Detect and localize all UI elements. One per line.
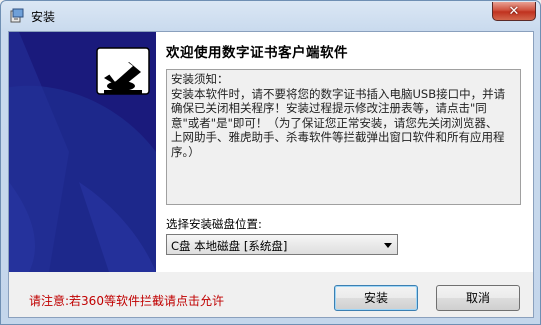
chevron-down-icon[interactable] <box>384 243 392 248</box>
banner-graphic <box>9 32 156 272</box>
client-area: 欢迎使用数字证书客户端软件 安装须知： 安装本软件时，请不要将您的数字证书插入电… <box>8 31 534 318</box>
drive-select[interactable]: C盘 本地磁盘 [系统盘] <box>166 234 398 255</box>
title-bar[interactable]: 安装 ✕ <box>1 1 541 31</box>
notice-scrollbar[interactable] <box>510 70 520 204</box>
install-button[interactable]: 安装 <box>334 285 418 311</box>
close-button[interactable]: ✕ <box>492 2 536 21</box>
installer-app-icon <box>9 8 25 24</box>
page-title: 欢迎使用数字证书客户端软件 <box>166 45 348 61</box>
window-title: 安装 <box>31 10 56 24</box>
warning-text: 请注意:若360等软件拦截请点击允许 <box>29 294 224 308</box>
notice-textbox[interactable]: 安装须知： 安装本软件时，请不要将您的数字证书插入电脑USB接口中，并请确保已关… <box>166 69 521 205</box>
side-banner <box>9 32 156 272</box>
content-panel: 欢迎使用数字证书客户端软件 安装须知： 安装本软件时，请不要将您的数字证书插入电… <box>156 32 533 272</box>
notice-text: 安装须知： 安装本软件时，请不要将您的数字证书插入电脑USB接口中，并请确保已关… <box>171 72 506 159</box>
drive-select-value: C盘 本地磁盘 [系统盘] <box>171 239 288 253</box>
close-icon: ✕ <box>508 3 520 19</box>
installer-window: 安装 ✕ 欢迎使用数字证书客户端软件 安装须知： 安装本软件时，请不要将您的数字… <box>0 0 541 325</box>
computer-icon <box>96 47 150 95</box>
cancel-button[interactable]: 取消 <box>436 285 520 311</box>
drive-select-label: 选择安装磁盘位置: <box>166 217 262 231</box>
